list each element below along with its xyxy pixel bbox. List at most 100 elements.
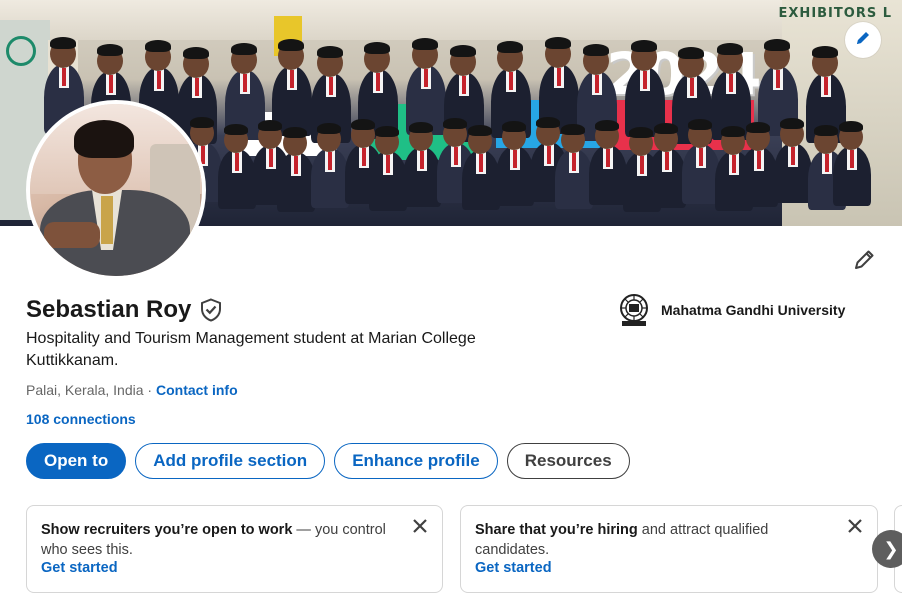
crowd-tie: [361, 148, 366, 166]
crowd-tie: [454, 147, 459, 165]
crowd-tie: [728, 74, 733, 92]
contact-info-link[interactable]: Contact info: [156, 382, 238, 398]
crowd-tie: [376, 73, 381, 91]
crowd-tie: [156, 71, 161, 89]
card-text: Show recruiters you’re open to work — yo…: [41, 520, 386, 560]
photo-tie: [101, 196, 113, 244]
enhance-profile-button[interactable]: Enhance profile: [334, 443, 498, 479]
crowd-tie: [757, 151, 762, 169]
crowd-tie: [823, 77, 828, 95]
crowd-tie: [386, 155, 391, 173]
crowd-tie: [242, 74, 247, 92]
crowd-hair: [746, 122, 771, 133]
crowd-tie: [556, 68, 561, 86]
location-text: Palai, Kerala, India: [26, 382, 144, 398]
add-profile-section-button[interactable]: Add profile section: [135, 443, 326, 479]
crowd-hair: [450, 45, 476, 57]
crowd-tie: [513, 150, 518, 168]
crowd-tie: [639, 156, 644, 174]
crowd-hair: [814, 125, 839, 136]
dismiss-card-button[interactable]: [845, 518, 865, 538]
connections-link[interactable]: 108 connections: [26, 411, 136, 427]
crowd-hair: [560, 124, 585, 135]
crowd-tie: [791, 147, 796, 165]
crowd-tie: [664, 152, 669, 170]
crowd-tie: [328, 77, 333, 95]
crowd-hair: [223, 124, 248, 135]
get-started-link[interactable]: Get started: [475, 560, 863, 576]
card-bold-text: Share that you’re hiring: [475, 522, 638, 538]
pencil-icon: [855, 30, 871, 51]
crowd-hair: [350, 119, 375, 130]
crowd-hair: [316, 123, 341, 134]
crowd-tie: [234, 153, 239, 171]
profile-photo[interactable]: [26, 100, 206, 280]
crowd-hair: [278, 39, 305, 51]
profile-page: EXHIBITORS L 2024 Sebastian Roy: [0, 0, 902, 612]
crowd-hair: [316, 46, 343, 58]
crowd-tie: [825, 154, 830, 172]
crowd-hair: [230, 43, 257, 55]
crowd-hair: [97, 44, 124, 56]
crowd-hair: [50, 37, 76, 49]
photo-hand: [44, 222, 100, 248]
chevron-right-icon: ❯: [883, 538, 899, 559]
crowd-tie: [62, 68, 66, 86]
crowd-hair: [780, 118, 805, 129]
crowd-tie: [293, 156, 298, 174]
profile-actions: Open to Add profile section Enhance prof…: [26, 443, 630, 479]
crowd-tie: [109, 75, 114, 93]
crowd-hair: [653, 123, 678, 134]
university-seal-icon: [617, 293, 651, 327]
crowd-tie: [642, 71, 647, 89]
crowd-hair: [144, 40, 171, 52]
crowd-hair: [411, 38, 438, 50]
crowd-tie: [698, 148, 703, 166]
crowd-hair: [628, 127, 653, 138]
ktm-logo-icon: [6, 36, 36, 66]
crowd-tie: [605, 149, 610, 167]
carousel-next-button[interactable]: ❯: [872, 530, 902, 568]
get-started-link[interactable]: Get started: [41, 560, 428, 576]
open-to-button[interactable]: Open to: [26, 443, 127, 479]
card-text: Share that you’re hiring and attract qua…: [475, 520, 820, 560]
crowd-hair: [364, 42, 391, 54]
profile-headline: Hospitality and Tourism Management stude…: [26, 330, 476, 369]
crowd-hair: [497, 41, 524, 53]
crowd-hair: [544, 37, 571, 49]
close-icon: [412, 518, 428, 539]
crowd-tie: [268, 149, 273, 167]
crowd-tie: [195, 78, 200, 96]
edit-cover-button[interactable]: [845, 22, 881, 58]
crowd-hair: [282, 127, 307, 138]
crowd-tie: [690, 78, 695, 96]
photo-hair: [74, 120, 134, 158]
crowd-tie: [509, 72, 514, 90]
pencil-icon: [852, 248, 876, 277]
name-row: Sebastian Roy: [26, 296, 223, 324]
crowd-hair: [375, 126, 400, 137]
crowd-tie: [290, 70, 295, 88]
crowd-tie: [423, 69, 428, 87]
crowd-tie: [420, 151, 425, 169]
edit-intro-button[interactable]: [850, 248, 878, 276]
crowd-tie: [732, 155, 737, 173]
profile-name: Sebastian Roy: [26, 296, 192, 323]
crowd-hair: [183, 47, 210, 59]
crowd-hair: [630, 40, 657, 52]
education-link[interactable]: Mahatma Gandhi University: [617, 293, 845, 327]
crowd-tie: [571, 153, 576, 171]
crowd-hair: [409, 122, 434, 133]
location-row: Palai, Kerala, India · Contact info: [26, 382, 238, 398]
location-separator: ·: [143, 382, 156, 398]
crowd-tie: [850, 150, 855, 168]
verified-shield-icon[interactable]: [199, 298, 223, 322]
resources-button[interactable]: Resources: [506, 443, 630, 479]
crowd-hair: [443, 118, 468, 129]
crowd-hair: [594, 120, 619, 131]
dismiss-card-button[interactable]: [410, 518, 430, 538]
crowd-tie: [327, 152, 332, 170]
crowd-hair: [687, 119, 712, 130]
cover-ceiling: [0, 0, 902, 40]
crowd-hair: [502, 121, 527, 132]
